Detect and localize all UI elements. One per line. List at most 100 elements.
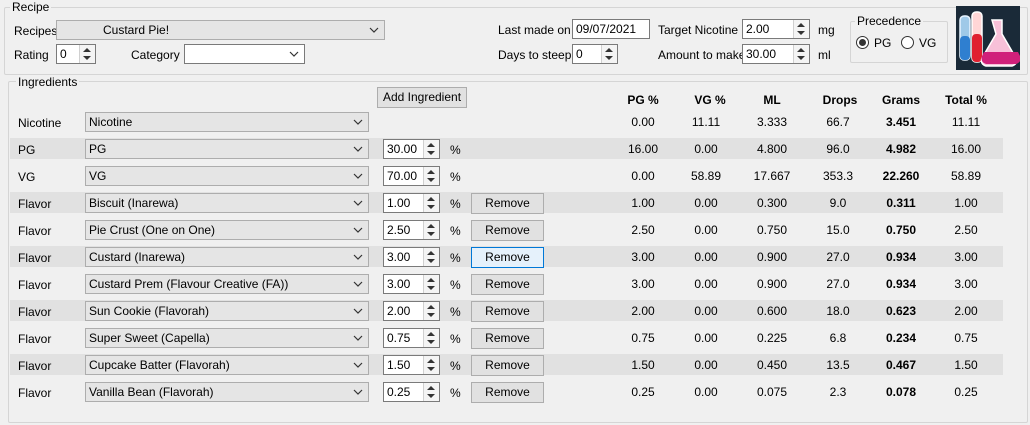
down-arrow-icon[interactable] [427,367,435,371]
total-percent-cell: 58.89 [950,169,982,183]
vg-percent-cell: 0.00 [694,250,718,264]
percent-stepper-arrows[interactable] [423,221,439,239]
target-nicotine-label: Target Nicotine [658,23,739,37]
percent-stepper-arrows[interactable] [423,383,439,401]
up-arrow-icon[interactable] [427,359,435,363]
percent-stepper-arrows[interactable] [423,248,439,266]
vg-radio[interactable] [901,36,914,49]
down-arrow-icon[interactable] [83,56,91,60]
recipe-group-title: Recipe [10,0,52,14]
percent-sign: % [450,224,461,238]
remove-ingredient-button[interactable]: Remove [471,328,544,349]
down-arrow-icon[interactable] [427,340,435,344]
category-select[interactable] [184,44,305,64]
down-arrow-icon[interactable] [427,313,435,317]
ingredient-percent-stepper[interactable]: 2.00 [383,301,440,321]
ingredient-select[interactable]: Cupcake Batter (Flavorah) [85,355,369,375]
up-arrow-icon[interactable] [427,278,435,282]
up-arrow-icon[interactable] [797,48,805,52]
drops-cell: 27.0 [826,250,850,264]
ingredient-type-label: Flavor [18,332,52,346]
total-percent-cell: 1.00 [954,196,978,210]
down-arrow-icon[interactable] [427,259,435,263]
down-arrow-icon[interactable] [427,151,435,155]
up-arrow-icon[interactable] [427,197,435,201]
ingredient-select[interactable]: VG [85,166,369,186]
up-arrow-icon[interactable] [427,170,435,174]
down-arrow-icon[interactable] [427,394,435,398]
up-arrow-icon[interactable] [605,48,613,52]
down-arrow-icon[interactable] [427,205,435,209]
up-arrow-icon[interactable] [427,143,435,147]
up-arrow-icon[interactable] [427,386,435,390]
pg-radio[interactable] [856,36,869,49]
total-percent-cell: 2.00 [954,304,978,318]
ingredient-percent-stepper[interactable]: 70.00 [383,166,440,186]
remove-ingredient-button[interactable]: Remove [471,247,544,268]
amount-stepper[interactable]: 30.00 [742,44,810,64]
add-ingredient-button[interactable]: Add Ingredient [377,87,467,108]
ingredient-percent-stepper[interactable]: 2.50 [383,220,440,240]
nicotine-stepper-arrows[interactable] [793,20,809,38]
rating-stepper-arrows[interactable] [79,45,95,63]
remove-ingredient-button[interactable]: Remove [471,355,544,376]
ingredient-select[interactable]: Sun Cookie (Flavorah) [85,301,369,321]
up-arrow-icon[interactable] [427,305,435,309]
column-header-pg: PG % [627,93,659,107]
ingredient-select[interactable]: PG [85,139,369,159]
percent-stepper-arrows[interactable] [423,194,439,212]
remove-ingredient-button[interactable]: Remove [471,301,544,322]
ingredient-type-label: Flavor [18,386,52,400]
ingredient-select[interactable]: Nicotine [85,112,369,132]
rating-stepper[interactable]: 0 [56,44,96,64]
up-arrow-icon[interactable] [797,23,805,27]
ingredient-percent-stepper[interactable]: 3.00 [383,274,440,294]
percent-sign: % [450,143,461,157]
vg-radio-label[interactable]: VG [919,36,936,50]
ingredient-select[interactable]: Vanilla Bean (Flavorah) [85,382,369,402]
days-to-steep-stepper[interactable]: 0 [572,44,618,64]
drops-cell: 9.0 [829,196,847,210]
up-arrow-icon[interactable] [427,332,435,336]
days-stepper-arrows[interactable] [601,45,617,63]
chevron-down-icon [369,27,379,33]
down-arrow-icon[interactable] [427,232,435,236]
up-arrow-icon[interactable] [427,224,435,228]
ingredient-select[interactable]: Custard Prem (Flavour Creative (FA)) [85,274,369,294]
target-nicotine-stepper[interactable]: 2.00 [742,19,810,39]
ingredient-percent-stepper[interactable]: 0.25 [383,382,440,402]
amount-stepper-arrows[interactable] [793,45,809,63]
ingredient-select[interactable]: Biscuit (Inarewa) [85,193,369,213]
down-arrow-icon[interactable] [427,178,435,182]
remove-ingredient-button[interactable]: Remove [471,193,544,214]
ingredient-percent-stepper[interactable]: 30.00 [383,139,440,159]
down-arrow-icon[interactable] [797,31,805,35]
ingredient-percent-stepper[interactable]: 0.75 [383,328,440,348]
ingredient-select[interactable]: Super Sweet (Capella) [85,328,369,348]
last-made-date-field[interactable]: 09/07/2021 [572,19,650,39]
up-arrow-icon[interactable] [83,48,91,52]
percent-stepper-arrows[interactable] [423,329,439,347]
up-arrow-icon[interactable] [427,251,435,255]
remove-ingredient-button[interactable]: Remove [471,220,544,241]
percent-stepper-arrows[interactable] [423,356,439,374]
percent-stepper-arrows[interactable] [423,275,439,293]
ingredient-percent-stepper[interactable]: 3.00 [383,247,440,267]
pg-radio-label[interactable]: PG [874,36,891,50]
down-arrow-icon[interactable] [427,286,435,290]
percent-stepper-arrows[interactable] [423,140,439,158]
ingredient-select[interactable]: Custard (Inarewa) [85,247,369,267]
ingredient-percent-stepper[interactable]: 1.00 [383,193,440,213]
recipe-select[interactable]: Custard Pie! [56,20,385,40]
percent-stepper-arrows[interactable] [423,167,439,185]
ingredient-type-label: Flavor [18,278,52,292]
ingredient-select-value: VG [89,169,107,183]
ingredient-percent-stepper[interactable]: 1.50 [383,355,440,375]
vg-percent-cell: 58.89 [690,169,722,183]
down-arrow-icon[interactable] [605,56,613,60]
down-arrow-icon[interactable] [797,56,805,60]
remove-ingredient-button[interactable]: Remove [471,382,544,403]
percent-stepper-arrows[interactable] [423,302,439,320]
remove-ingredient-button[interactable]: Remove [471,274,544,295]
ingredient-select[interactable]: Pie Crust (One on One) [85,220,369,240]
